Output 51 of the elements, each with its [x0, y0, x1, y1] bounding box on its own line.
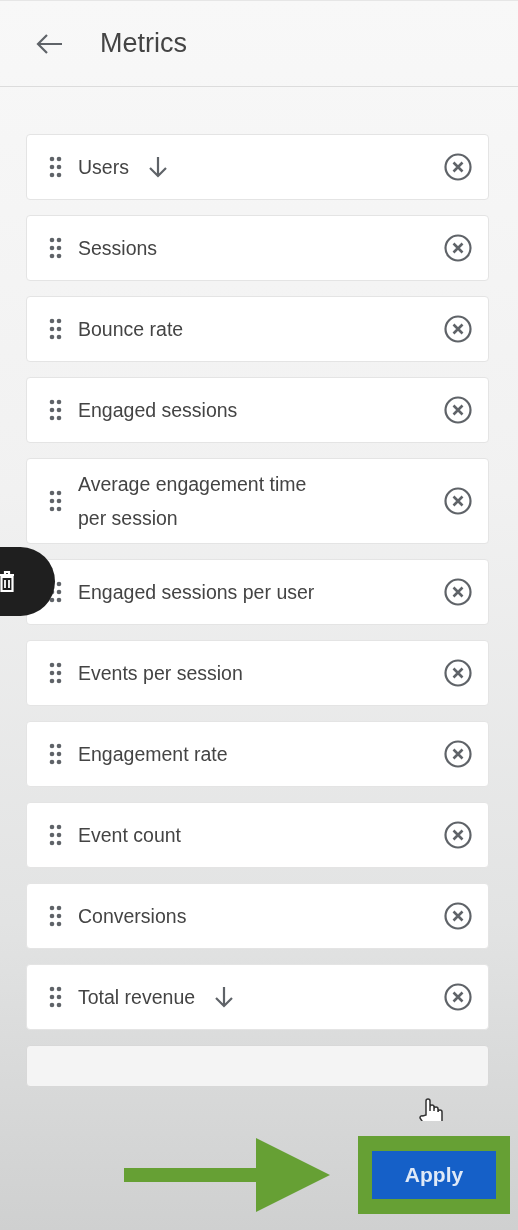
- panel-title: Metrics: [100, 28, 187, 59]
- remove-icon[interactable]: [443, 233, 473, 263]
- metric-chip[interactable]: Bounce rate: [26, 296, 489, 362]
- remove-icon[interactable]: [443, 314, 473, 344]
- metric-chip[interactable]: Engaged sessions: [26, 377, 489, 443]
- metric-label: Total revenue: [78, 985, 196, 1010]
- back-arrow-icon[interactable]: [34, 31, 64, 56]
- metric-chip[interactable]: Engaged sessions per user: [26, 559, 489, 625]
- drag-handle-icon[interactable]: [49, 399, 62, 421]
- metric-label: Bounce rate: [78, 317, 184, 342]
- metric-chip[interactable]: Conversions: [26, 883, 489, 949]
- metric-chip[interactable]: Engagement rate: [26, 721, 489, 787]
- metric-chip[interactable]: Sessions: [26, 215, 489, 281]
- drag-handle-icon[interactable]: [49, 662, 62, 684]
- metric-label: Average engagement time per session: [78, 472, 308, 531]
- metric-label: Events per session: [78, 661, 243, 686]
- metric-label: Engagement rate: [78, 742, 228, 767]
- metric-label: Engaged sessions per user: [78, 580, 315, 605]
- metric-chip[interactable]: Event count: [26, 802, 489, 868]
- remove-icon[interactable]: [443, 820, 473, 850]
- remove-icon[interactable]: [443, 982, 473, 1012]
- drag-handle-icon[interactable]: [49, 237, 62, 259]
- remove-icon[interactable]: [443, 395, 473, 425]
- drag-handle-icon[interactable]: [49, 824, 62, 846]
- delete-drop-zone[interactable]: [0, 547, 55, 616]
- remove-icon[interactable]: [443, 577, 473, 607]
- hand-cursor-icon: [418, 1097, 446, 1121]
- metric-label: Sessions: [78, 236, 158, 261]
- drag-handle-icon[interactable]: [49, 156, 62, 178]
- drag-handle-icon[interactable]: [49, 743, 62, 765]
- metric-label: Event count: [78, 823, 181, 848]
- metric-chip[interactable]: Total revenue: [26, 964, 489, 1030]
- trash-icon: [0, 570, 16, 593]
- remove-icon[interactable]: [443, 901, 473, 931]
- metric-label: Users: [78, 155, 129, 180]
- drag-handle-icon[interactable]: [49, 905, 62, 927]
- drag-handle-icon[interactable]: [49, 490, 62, 512]
- metric-chip[interactable]: Events per session: [26, 640, 489, 706]
- sort-down-arrow-icon[interactable]: [146, 155, 169, 179]
- drag-handle-icon[interactable]: [49, 318, 62, 340]
- metric-chip[interactable]: Average engagement time per session: [26, 458, 489, 544]
- remove-icon[interactable]: [443, 152, 473, 182]
- remove-icon[interactable]: [443, 486, 473, 516]
- apply-button[interactable]: Apply: [372, 1151, 496, 1199]
- remove-icon[interactable]: [443, 739, 473, 769]
- drag-handle-icon[interactable]: [49, 986, 62, 1008]
- sort-down-arrow-icon[interactable]: [213, 985, 236, 1009]
- remove-icon[interactable]: [443, 658, 473, 688]
- metric-label: Conversions: [78, 904, 187, 929]
- metric-chip[interactable]: Users: [26, 134, 489, 200]
- metric-label: Engaged sessions: [78, 398, 238, 423]
